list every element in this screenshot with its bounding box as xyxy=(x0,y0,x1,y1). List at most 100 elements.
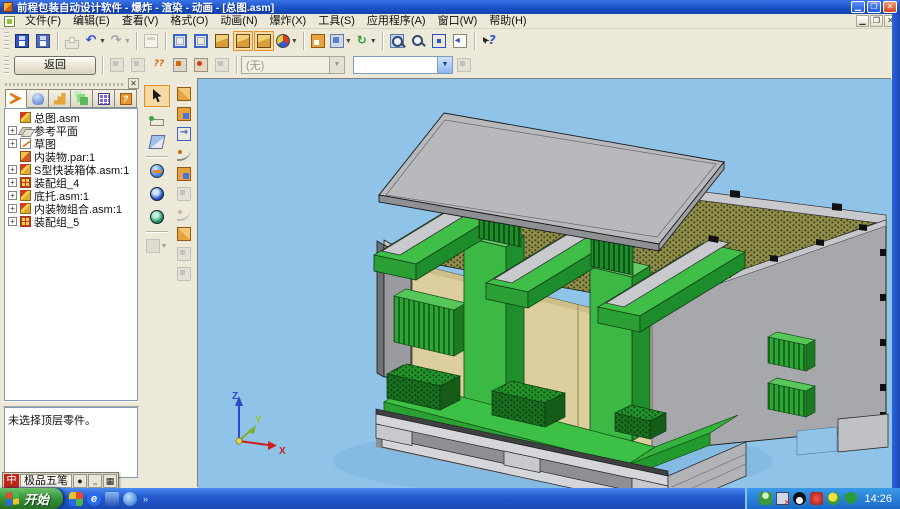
tab-library[interactable] xyxy=(27,89,49,108)
animation-editor-button[interactable] xyxy=(454,55,474,75)
doc-minimize-button[interactable]: ▁ xyxy=(856,15,869,27)
expand-icon[interactable] xyxy=(8,191,17,200)
expand-icon[interactable] xyxy=(8,165,17,174)
minimize-button[interactable]: ▁ xyxy=(851,1,865,13)
auto-explode-button[interactable] xyxy=(128,55,148,75)
menu-tools[interactable]: 工具(S) xyxy=(312,14,361,29)
ime-logo[interactable]: 中 xyxy=(4,474,19,488)
animation-select[interactable]: ▼ xyxy=(353,56,453,74)
panel-grip[interactable]: ✕ xyxy=(3,80,139,88)
previous-view-button[interactable] xyxy=(450,31,470,51)
render-globe-button[interactable] xyxy=(144,206,170,228)
options-button[interactable] xyxy=(174,265,195,283)
network-error-icon[interactable] xyxy=(776,492,789,505)
select-tool-button[interactable] xyxy=(144,85,170,107)
dropdown-arrow-icon[interactable]: ▼ xyxy=(99,38,106,45)
ime-name[interactable]: 极品五笔 xyxy=(20,474,72,488)
redo-button[interactable]: ▼ xyxy=(108,31,132,51)
camera-button[interactable]: ▼ xyxy=(144,235,170,257)
ime-keyboard-button[interactable]: ▦ xyxy=(103,474,117,488)
select-help-button[interactable] xyxy=(479,31,499,51)
settings-button[interactable] xyxy=(174,245,195,263)
title-bar[interactable]: 前程包装自动设计软件 - 爆炸 - 渲染 - 动画 - [总图.asm] ▁ ❐… xyxy=(0,0,900,14)
view-orientation-button[interactable] xyxy=(308,31,328,51)
panel-close-button[interactable]: ✕ xyxy=(128,78,139,89)
network-app-icon[interactable] xyxy=(123,492,137,506)
expand-icon[interactable] xyxy=(8,204,17,213)
dropdown-arrow-icon[interactable]: ▼ xyxy=(291,38,298,45)
shield-icon[interactable] xyxy=(844,492,857,505)
explode-bind-button[interactable] xyxy=(191,55,211,75)
measure-button[interactable] xyxy=(144,108,170,130)
wireframe-view-button[interactable] xyxy=(170,31,190,51)
translate-button[interactable] xyxy=(174,125,195,143)
doc-restore-button[interactable]: ❐ xyxy=(870,15,883,27)
shaded-globe-button[interactable] xyxy=(144,183,170,205)
hidden-edge-view-button[interactable] xyxy=(191,31,211,51)
dropdown-arrow-icon[interactable]: ▼ xyxy=(345,38,352,45)
menu-view[interactable]: 查看(V) xyxy=(116,14,165,29)
reposition-button[interactable] xyxy=(174,165,195,183)
paste-button[interactable] xyxy=(141,31,161,51)
im-status-icon[interactable] xyxy=(759,492,772,505)
paint-style-button[interactable] xyxy=(144,131,170,153)
move-part-button[interactable] xyxy=(174,105,195,123)
app-shortcut-icon[interactable] xyxy=(69,492,83,506)
menu-format[interactable]: 格式(O) xyxy=(164,14,214,29)
unexplode-button[interactable] xyxy=(107,55,127,75)
return-button[interactable]: 返回 xyxy=(14,56,96,75)
tab-layers[interactable] xyxy=(71,89,93,108)
menu-explode[interactable]: 爆炸(X) xyxy=(264,14,313,29)
menu-edit[interactable]: 编辑(E) xyxy=(67,14,116,29)
expand-icon[interactable] xyxy=(8,217,17,226)
start-button[interactable]: 开始 xyxy=(0,488,63,509)
menu-help[interactable]: 帮助(H) xyxy=(483,14,532,29)
visible-edges-view-button[interactable] xyxy=(254,31,274,51)
internet-explorer-icon[interactable]: e xyxy=(87,492,101,506)
close-button[interactable]: ✕ xyxy=(883,1,897,13)
explode-settings-button[interactable] xyxy=(212,55,232,75)
tree-row[interactable]: 装配组_5 xyxy=(5,215,137,228)
tab-pathfinder[interactable] xyxy=(5,89,27,108)
zoom-area-button[interactable] xyxy=(387,31,407,51)
tab-help[interactable]: ? xyxy=(115,89,137,108)
menu-applications[interactable]: 应用程序(A) xyxy=(361,14,432,29)
tab-family[interactable] xyxy=(49,89,71,108)
combo-arrow-icon[interactable]: ▼ xyxy=(437,57,452,73)
view-orientation-globe-button[interactable] xyxy=(144,160,170,182)
menu-animation[interactable]: 动画(N) xyxy=(214,14,263,29)
collapse-button[interactable] xyxy=(174,225,195,243)
save-button[interactable] xyxy=(12,31,32,51)
refresh-view-button[interactable]: ▼ xyxy=(354,31,378,51)
fit-view-button[interactable] xyxy=(429,31,449,51)
ime-mode-button[interactable]: ● xyxy=(73,474,87,488)
unlink-button[interactable] xyxy=(174,205,195,223)
tree-row[interactable]: 参考平面 xyxy=(5,124,137,137)
security-coin-icon[interactable] xyxy=(827,492,840,505)
restore-button[interactable]: ❐ xyxy=(867,1,881,13)
undo-button[interactable]: ▼ xyxy=(83,31,107,51)
ime-punct-button[interactable]: ‚‚ xyxy=(88,474,102,488)
auto-explode-tool-button[interactable] xyxy=(174,85,195,103)
explode-drag-button[interactable] xyxy=(170,55,190,75)
expand-icon[interactable] xyxy=(8,178,17,187)
expand-icon[interactable] xyxy=(8,126,17,135)
shaded-edges-view-button[interactable] xyxy=(233,31,253,51)
menu-window[interactable]: 窗口(W) xyxy=(432,14,484,29)
menu-file[interactable]: 文件(F) xyxy=(19,14,67,29)
taskbar-clock[interactable]: 14:26 xyxy=(864,493,892,505)
explode-config-select[interactable]: (无) ▼ xyxy=(241,56,345,74)
print-button[interactable] xyxy=(62,31,82,51)
toolbar-grip[interactable] xyxy=(4,56,9,74)
chevron-icon[interactable]: » xyxy=(143,494,148,504)
view-styles-button[interactable]: ▼ xyxy=(329,31,353,51)
dropdown-arrow-icon[interactable]: ▼ xyxy=(161,243,168,250)
shaded-view-button[interactable] xyxy=(212,31,232,51)
qq-icon[interactable] xyxy=(793,492,806,505)
tab-sensors[interactable] xyxy=(93,89,115,108)
toolbar-grip[interactable] xyxy=(4,32,9,50)
expand-icon[interactable] xyxy=(8,139,17,148)
flow-path-button[interactable] xyxy=(174,145,195,163)
alert-icon[interactable] xyxy=(810,492,823,505)
color-manager-button[interactable]: ▼ xyxy=(275,31,299,51)
